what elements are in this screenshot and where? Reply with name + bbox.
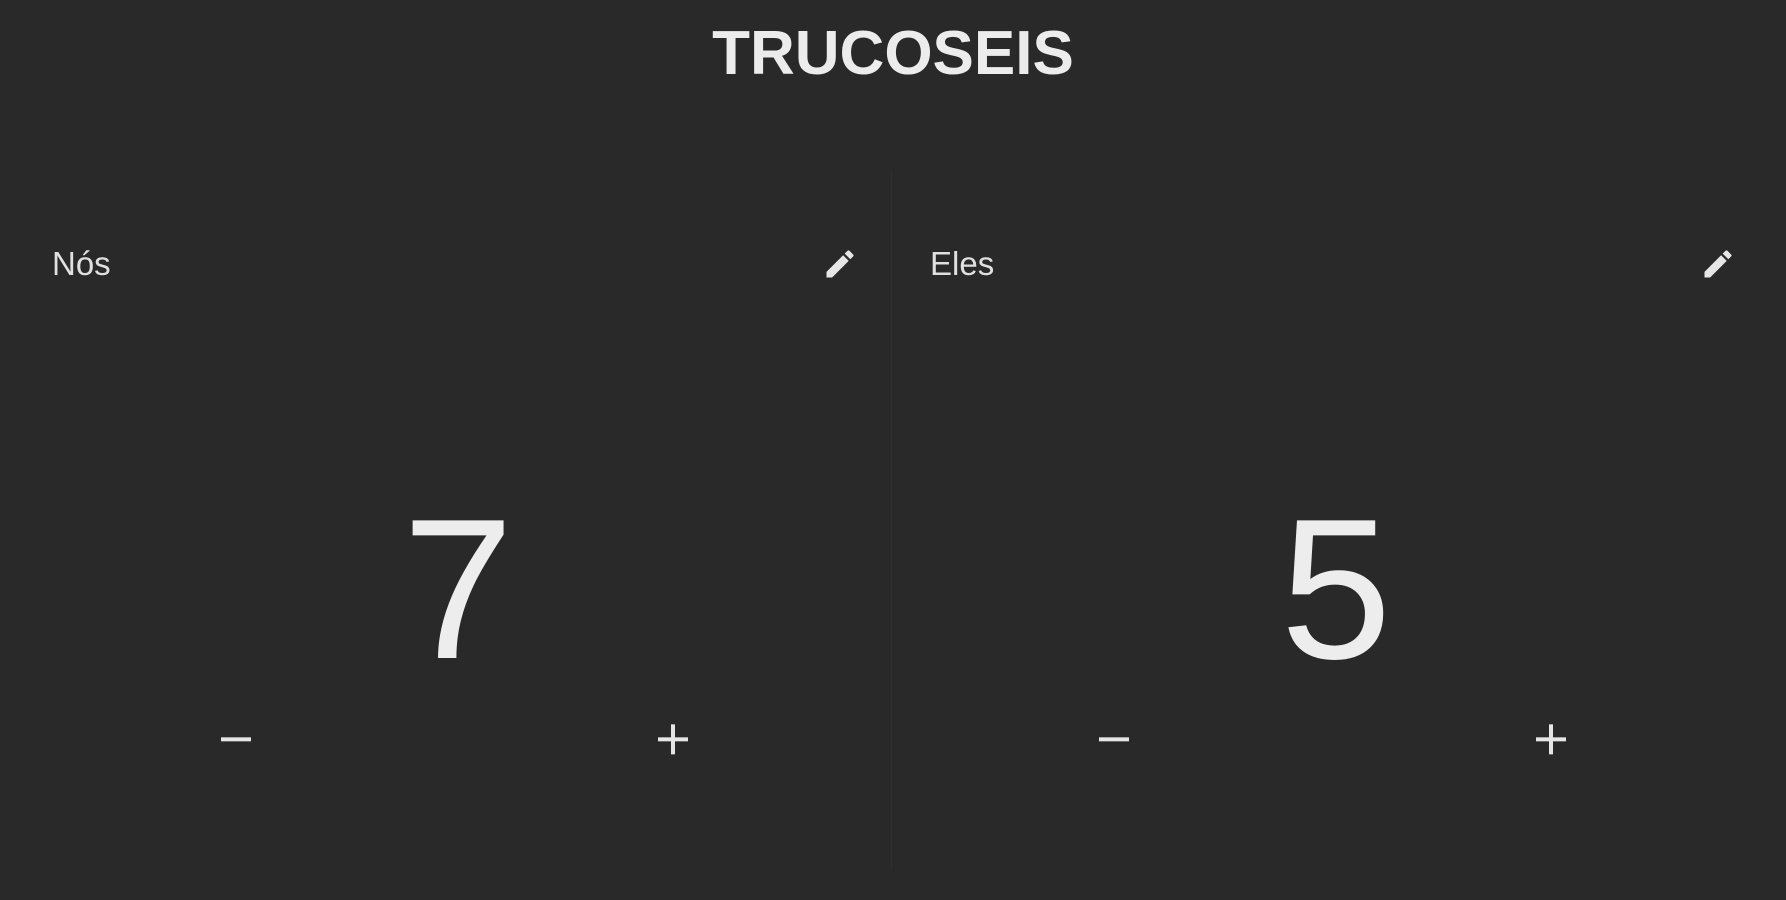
team-panel-eles: Eles 5 xyxy=(892,170,1770,870)
minus-icon xyxy=(221,737,251,742)
team-name: Eles xyxy=(930,245,995,282)
pencil-icon xyxy=(1704,250,1732,278)
increment-score-button[interactable] xyxy=(638,704,708,774)
team-panel-nos: Nós 7 xyxy=(14,170,892,870)
decrement-score-button[interactable] xyxy=(201,704,271,774)
plus-icon xyxy=(658,724,688,755)
team-name: Nós xyxy=(52,245,111,282)
plus-icon xyxy=(1536,724,1566,755)
decrement-score-button[interactable] xyxy=(1079,704,1149,774)
team-score: 5 xyxy=(1280,478,1392,701)
scoreboard-app: TRUCOSEIS Nós 7 Eles 5 xyxy=(0,0,1786,900)
increment-score-button[interactable] xyxy=(1516,704,1586,774)
team-score: 7 xyxy=(402,478,514,701)
app-title: TRUCOSEIS xyxy=(712,19,1074,88)
pencil-icon xyxy=(826,250,854,278)
edit-team-name-button[interactable] xyxy=(822,246,858,282)
edit-team-name-button[interactable] xyxy=(1700,246,1736,282)
minus-icon xyxy=(1099,737,1129,742)
